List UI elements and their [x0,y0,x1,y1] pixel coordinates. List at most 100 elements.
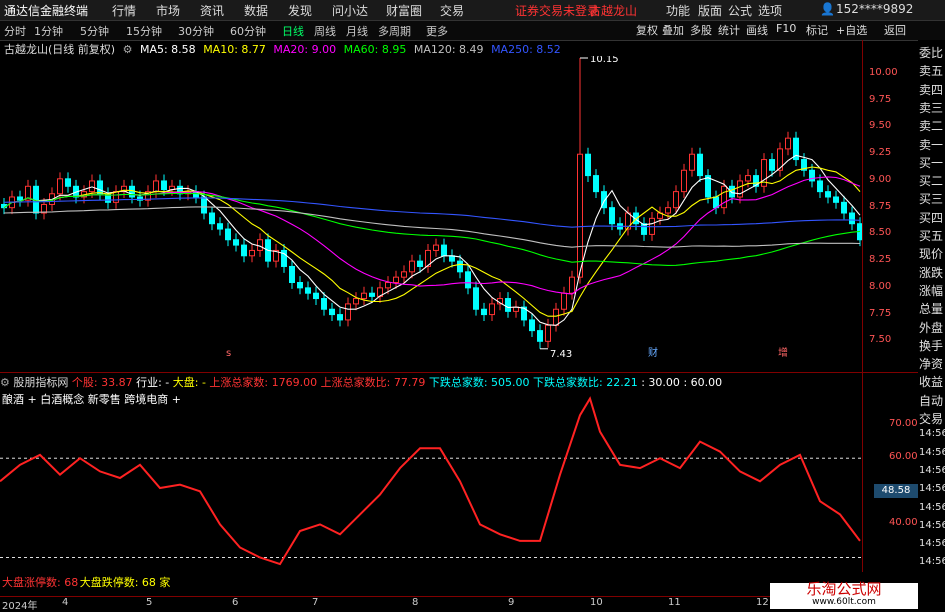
menu-item-banmian[interactable]: 版面 [698,2,722,19]
date-tick: 6 [232,597,239,608]
quote-panel-item[interactable]: 涨跌 [919,264,943,281]
draw-line-button[interactable]: 画线 [746,22,768,38]
menu-item-faxian[interactable]: 发现 [288,2,312,19]
tab-multi-period[interactable]: 多周期 [378,23,411,39]
price-tick: 10.00 [869,67,898,79]
quote-panel-item[interactable]: 14:56 [919,556,945,567]
tab-daily[interactable]: 日线 [282,23,304,39]
tab-1min[interactable]: 1分钟 [34,23,63,39]
back-button[interactable]: 返回 [884,22,906,38]
menu-item-gongneng[interactable]: 功能 [666,2,690,19]
candle-body [65,178,71,187]
price-tick: 8.00 [869,280,892,292]
tab-30min[interactable]: 30分钟 [178,23,214,39]
candle-body [745,175,751,182]
f10-button[interactable]: F10 [776,22,796,35]
mark-button[interactable]: 标记 [806,22,828,38]
candle-body [689,153,695,171]
menu-item-wenxiaoda[interactable]: 问小达 [332,2,368,19]
tab-5min[interactable]: 5分钟 [80,23,109,39]
quote-panel-item[interactable]: 委比 [919,44,943,61]
quote-panel-item[interactable]: 买四 [919,209,943,226]
quote-panel-item[interactable]: 14:56 [919,465,945,476]
candle-body [545,324,551,342]
menu-item-zixun[interactable]: 资讯 [200,2,224,19]
quote-panel-item[interactable]: 卖三 [919,99,943,116]
tab-weekly[interactable]: 周线 [314,23,336,39]
quote-panel-item[interactable]: 14:56 [919,502,945,513]
stock-chart-title: 古越龙山(日线 前复权) [4,43,116,56]
quote-panel-item[interactable]: 卖二 [919,117,943,134]
price-chart[interactable]: 10.15 7.43 s 财 增 [0,56,862,358]
menu-item-caifuquan[interactable]: 财富圈 [386,2,422,19]
candle-body [841,201,847,214]
watermark-url: www.60lt.com [812,597,876,607]
quote-panel-item[interactable]: 卖四 [919,81,943,98]
tab-more[interactable]: 更多 [426,23,448,39]
quote-panel-item[interactable]: 净资 [919,355,943,372]
tab-fenshi[interactable]: 分时 [4,23,26,39]
quote-panel-item[interactable]: 买五 [919,227,943,244]
menu-item-gongshi[interactable]: 公式 [728,2,752,19]
menu-item-xuanxiang[interactable]: 选项 [758,2,782,19]
tab-15min[interactable]: 15分钟 [126,23,162,39]
quote-side-panel[interactable]: 委比 卖五卖四 卖三 卖二卖一 买一 买二 买三买四 买五 现价涨跌 涨幅 总量外盘 换手 净资 收益自动… [918,40,945,609]
menu-item-shichang[interactable]: 市场 [156,2,180,19]
overlay-button[interactable]: 叠加 [662,22,684,38]
account-number[interactable]: 152****9892 [836,2,913,16]
settings-icon[interactable]: ⚙ [123,43,133,56]
candle-body [585,153,591,177]
quote-panel-item[interactable]: 卖一 [919,136,943,153]
candle-body [489,303,495,316]
candle-body [473,287,479,310]
candle-body [849,212,855,225]
current-stock-name: 古越龙山 [589,4,638,18]
menu-bar: 通达信金融终端 行情 市场 资讯 数据 发现 问小达 财富圈 交易 证券交易未登… [0,0,945,21]
quote-panel-item[interactable]: 换手 [919,337,943,354]
candle-body [681,169,687,193]
candle-body [249,249,255,257]
high-price-label: 10.15 [590,56,619,65]
add-favorite-button[interactable]: +自选 [836,22,867,38]
tab-60min[interactable]: 60分钟 [230,23,266,39]
date-tick: 7 [312,597,319,608]
menu-item-shuju[interactable]: 数据 [244,2,268,19]
date-axis: 2024年 4 5 6 7 8 9 10 11 12 [0,596,862,612]
date-tick: 4 [62,597,69,608]
quote-panel-item[interactable]: 买三 [919,190,943,207]
quote-panel-item[interactable]: 外盘 [919,319,943,336]
quote-panel-item[interactable]: 涨幅 [919,282,943,299]
quote-panel-item[interactable]: 14:56 [919,483,945,494]
fuquan-button[interactable]: 复权 [636,22,658,38]
event-marker: 财 [648,346,658,358]
quote-panel-item[interactable]: 14:56 [919,447,945,458]
quote-panel-item[interactable]: 14:56 [919,428,945,439]
app-brand: 通达信金融终端 [4,4,89,18]
user-icon[interactable]: 👤 [820,2,835,16]
quote-panel-item[interactable]: 收益 [919,373,943,390]
indicator-tick: 40.00 [889,517,918,529]
indicator-chart[interactable] [0,388,862,578]
quote-panel-item[interactable]: 自动 [919,392,943,409]
quote-panel-item[interactable]: 买一 [919,154,943,171]
multi-stock-button[interactable]: 多股 [690,22,712,38]
date-tick: 2024年 [2,601,38,612]
stats-button[interactable]: 统计 [718,22,740,38]
price-tick: 9.50 [869,120,892,132]
candle-body [385,282,391,289]
quote-panel-item[interactable]: 总量 [919,300,943,317]
trade-login-warning[interactable]: 证券交易未登录 [515,2,599,19]
date-tick: 11 [668,597,681,608]
candle-body [369,292,375,297]
quote-panel-item[interactable]: 14:56 [919,538,945,549]
menu-item-hangqing[interactable]: 行情 [112,2,136,19]
quote-panel-item[interactable]: 买二 [919,172,943,189]
quote-panel-item[interactable]: 现价 [919,245,943,262]
price-tick: 7.75 [869,307,892,319]
quote-panel-item[interactable]: 14:56 [919,520,945,531]
candle-body [537,330,543,342]
quote-panel-item[interactable]: 交易 [919,410,943,427]
menu-item-jiaoyi[interactable]: 交易 [440,2,464,19]
quote-panel-item[interactable]: 卖五 [919,62,943,79]
tab-monthly[interactable]: 月线 [346,23,368,39]
